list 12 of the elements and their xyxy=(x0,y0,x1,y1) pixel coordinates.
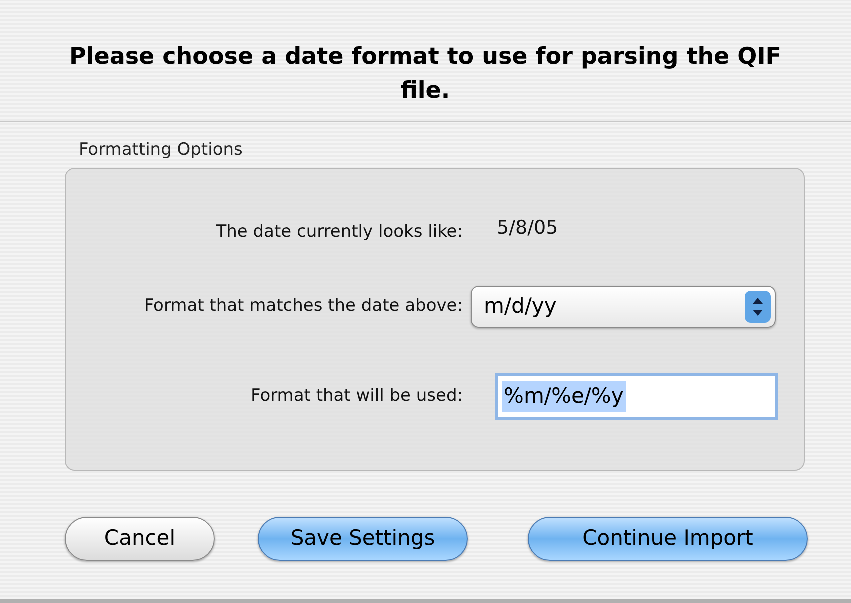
group-label: Formatting Options xyxy=(79,139,243,162)
field-label: Format that matches the date above: xyxy=(144,294,463,318)
format-dropdown[interactable]: m/d/yy xyxy=(471,286,776,328)
field-label: Format that will be used: xyxy=(251,384,463,408)
stepper-icon xyxy=(745,290,771,322)
dialog-button[interactable]: Save Settings xyxy=(258,516,468,560)
dialog-title: Please choose a date format to use for parsing the QIF file. xyxy=(68,43,782,106)
dialog-button[interactable]: Continue Import xyxy=(528,516,808,560)
date-preview: 5/8/05 xyxy=(497,216,558,242)
format-input-field[interactable]: %m/%e/%y xyxy=(495,373,778,420)
field-label: The date currently looks like: xyxy=(216,220,463,244)
dialog-button[interactable]: Cancel xyxy=(65,516,215,560)
